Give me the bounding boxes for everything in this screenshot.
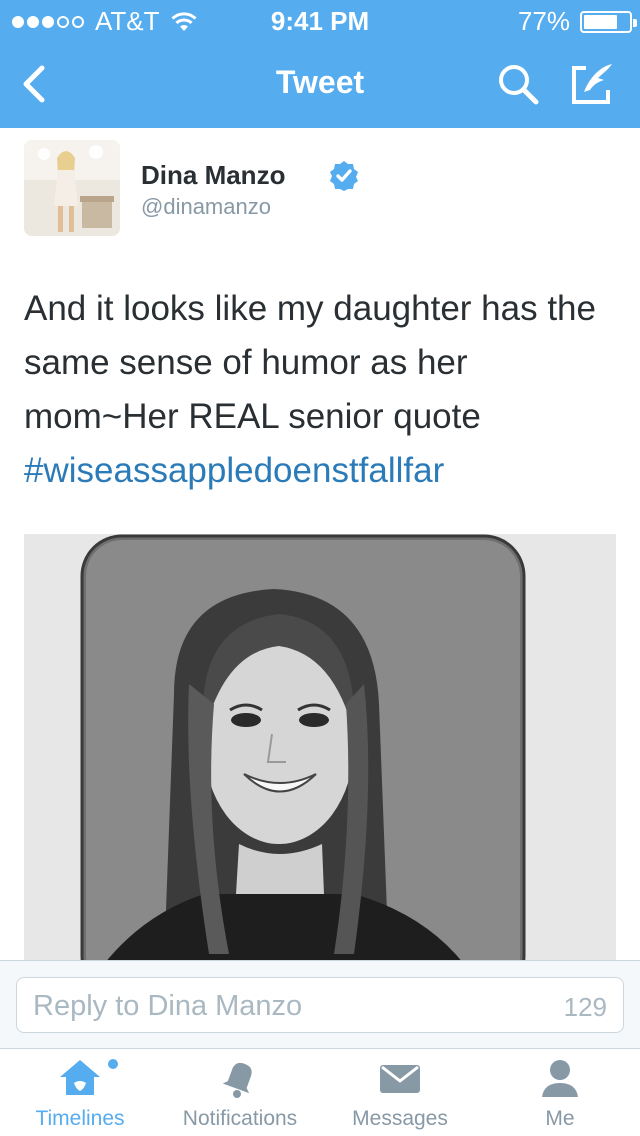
author-handle[interactable]: @dinamanzo [141, 194, 271, 220]
envelope-icon [380, 1065, 420, 1093]
hashtag-link[interactable]: #wiseassappledoenstfallfar [24, 451, 444, 490]
author-name[interactable]: Dina Manzo [141, 160, 285, 191]
tab-label: Me [545, 1107, 575, 1130]
app-header: AT&T 9:41 PM 77% Tweet [0, 0, 640, 128]
person-icon [542, 1060, 578, 1097]
page-title: Tweet [275, 64, 365, 100]
tab-label: Notifications [182, 1107, 298, 1130]
character-count: 129 [563, 992, 607, 1022]
reply-placeholder: Reply to Dina Manzo [33, 990, 303, 1022]
tweet-author: Dina Manzo @dinamanzo [24, 140, 624, 240]
tab-timelines[interactable]: Timelines [0, 1049, 160, 1136]
tab-me[interactable]: Me [480, 1049, 640, 1136]
tweet-text: And it looks like my daughter has the sa… [24, 282, 620, 498]
new-content-indicator [108, 1059, 118, 1069]
compose-icon[interactable] [568, 60, 616, 108]
tweet-body: And it looks like my daughter has the sa… [24, 289, 596, 436]
verified-badge-icon [330, 161, 358, 191]
tab-notifications[interactable]: Notifications [160, 1049, 320, 1136]
reply-input[interactable]: Reply to Dina Manzo 129 [16, 977, 624, 1033]
reply-bar: Reply to Dina Manzo 129 [0, 960, 640, 1048]
battery-icon [580, 10, 637, 33]
tab-label: Timelines [35, 1107, 125, 1130]
avatar[interactable] [24, 140, 120, 236]
tab-label: Messages [352, 1107, 448, 1130]
bell-icon [222, 1062, 252, 1098]
status-bar: AT&T 9:41 PM 77% [0, 0, 640, 40]
search-icon[interactable] [496, 62, 540, 106]
tab-messages[interactable]: Messages [320, 1049, 480, 1136]
nav-bar: Tweet [0, 40, 640, 128]
battery-percent: 77% [517, 6, 570, 36]
tweet-photo[interactable] [24, 534, 616, 964]
tab-bar: Timelines Notifications Messages Me [0, 1048, 640, 1136]
home-icon [60, 1060, 100, 1095]
